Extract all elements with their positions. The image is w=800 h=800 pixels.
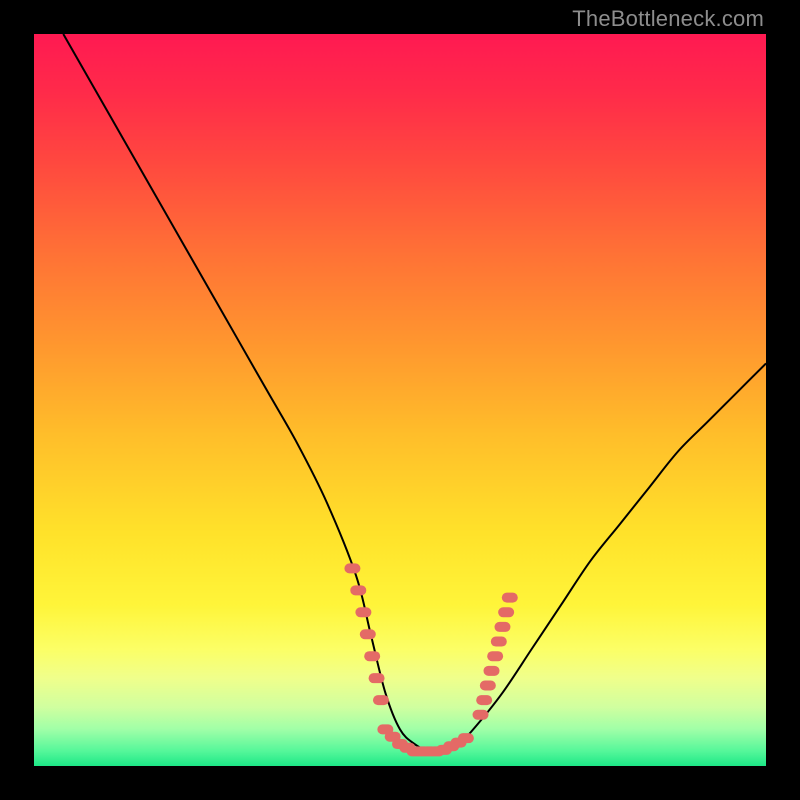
curve-marker (476, 695, 492, 705)
bottleneck-curve (63, 34, 766, 752)
curve-marker (473, 710, 489, 720)
curve-marker (350, 585, 366, 595)
curve-marker (369, 673, 385, 683)
curve-marker (498, 607, 514, 617)
curve-marker (355, 607, 371, 617)
chart-frame (34, 34, 766, 766)
curve-marker (502, 593, 518, 603)
curve-marker (491, 637, 507, 647)
curve-marker (494, 622, 510, 632)
curve-marker (458, 733, 474, 743)
curve-marker (360, 629, 376, 639)
curve-marker (480, 680, 496, 690)
chart-svg (34, 34, 766, 766)
curve-marker (487, 651, 503, 661)
curve-marker (484, 666, 500, 676)
curve-marker (344, 563, 360, 573)
watermark-text: TheBottleneck.com (572, 6, 764, 32)
curve-marker (364, 651, 380, 661)
curve-marker (373, 695, 389, 705)
